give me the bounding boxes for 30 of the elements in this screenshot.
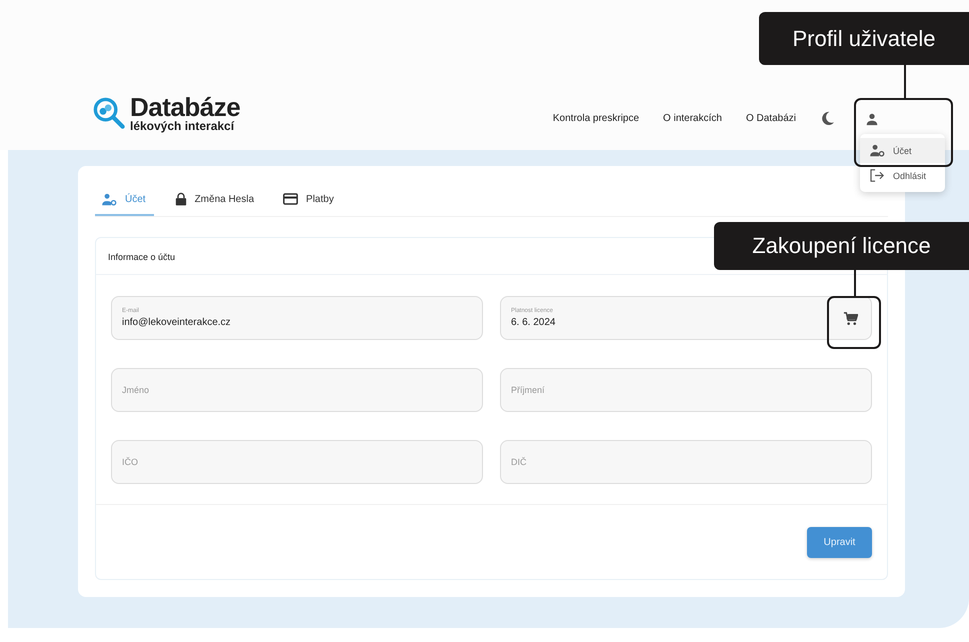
moon-icon[interactable] bbox=[820, 111, 835, 126]
nav-link[interactable]: O interakcích bbox=[663, 113, 722, 124]
field-placeholder: DIČ bbox=[511, 457, 528, 467]
field-placeholder: IČO bbox=[122, 457, 140, 467]
callout-label: Profil uživatele bbox=[759, 12, 969, 65]
field-placeholder: Příjmení bbox=[511, 385, 546, 395]
nav-link[interactable]: O Databázi bbox=[746, 113, 796, 124]
tab[interactable]: Účet bbox=[95, 192, 154, 216]
logo-title: Databáze bbox=[130, 94, 240, 120]
nav-link[interactable]: Kontrola preskripce bbox=[552, 113, 640, 124]
field-value: info@lekoveinterakce.cz bbox=[122, 317, 232, 328]
tab[interactable]: Změna Hesla bbox=[168, 192, 262, 216]
field-placeholder: Jméno bbox=[122, 385, 150, 395]
card-icon bbox=[283, 193, 298, 205]
menu-item[interactable]: Odhlásit bbox=[860, 163, 945, 188]
user-gear-icon bbox=[102, 192, 117, 206]
field-value: 6. 6. 2024 bbox=[511, 317, 556, 328]
menu-item[interactable]: Účet bbox=[860, 138, 945, 163]
user-icon[interactable] bbox=[865, 112, 879, 126]
logo-subtitle: lékových interakcí bbox=[130, 120, 236, 132]
leader-line bbox=[854, 270, 856, 298]
logo-magnifier-icon bbox=[92, 96, 126, 130]
cart-icon bbox=[842, 310, 858, 326]
user-gear-icon bbox=[870, 144, 885, 157]
logout-icon bbox=[870, 169, 885, 182]
tab[interactable]: Platby bbox=[276, 192, 342, 216]
lock-icon bbox=[174, 192, 187, 206]
callout-label: Zakoupení licence bbox=[714, 222, 969, 270]
highlight-frame bbox=[827, 296, 881, 349]
leader-line bbox=[904, 65, 906, 99]
